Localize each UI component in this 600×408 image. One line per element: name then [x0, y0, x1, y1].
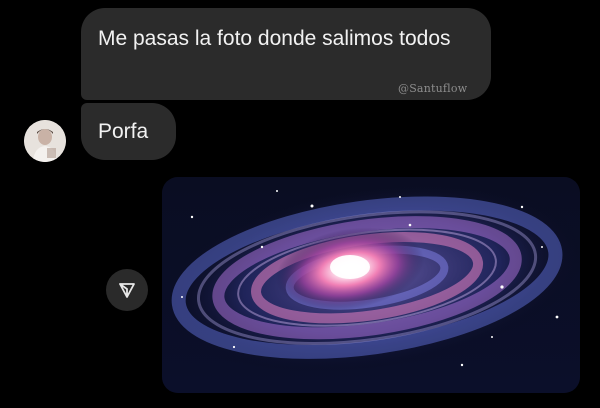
- send-icon: [119, 283, 135, 298]
- chat-thread: Me pasas la foto donde salimos todos @Sa…: [0, 0, 600, 408]
- message-bubble-2[interactable]: Porfa: [81, 103, 176, 160]
- watermark: @Santuflow: [398, 82, 468, 95]
- user-avatar[interactable]: [24, 120, 66, 162]
- share-button[interactable]: [106, 269, 148, 311]
- message-text-1: Me pasas la foto donde salimos todos: [98, 27, 451, 50]
- galaxy-image[interactable]: [162, 177, 580, 393]
- avatar-icon: [24, 120, 66, 162]
- galaxy-picture: [162, 177, 580, 393]
- message-text-2: Porfa: [98, 120, 149, 143]
